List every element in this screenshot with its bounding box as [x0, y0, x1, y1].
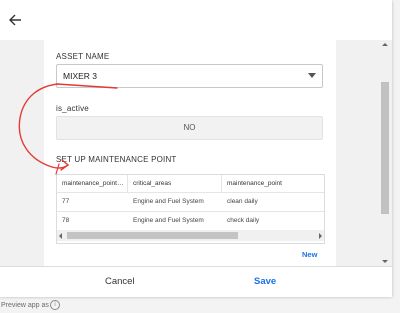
table-cell: 77	[62, 198, 70, 205]
table-cell: clean daily	[227, 198, 258, 205]
asset-name-select[interactable]: MIXER 3	[56, 64, 323, 88]
top-bar	[0, 0, 392, 41]
cancel-button[interactable]: Cancel	[105, 276, 135, 287]
scroll-down-icon[interactable]	[382, 260, 388, 263]
table-cell: check daily	[227, 217, 260, 224]
table-cell: 78	[62, 217, 70, 224]
table-row[interactable]: 78 Engine and Fuel System check daily	[57, 212, 324, 231]
form-panel: ASSET NAME MIXER 3 is_active NO SET UP M…	[44, 40, 336, 266]
table-cell: Engine and Fuel System	[133, 217, 204, 224]
edit-form-dialog: ASSET NAME MIXER 3 is_active NO SET UP M…	[0, 0, 392, 297]
info-icon[interactable]: i	[50, 300, 60, 310]
scroll-up-icon[interactable]	[382, 43, 388, 46]
scroll-left-icon[interactable]	[59, 233, 62, 239]
scrollbar-thumb[interactable]	[67, 232, 238, 239]
maintenance-table: maintenance_point_i... critical_areas ma…	[56, 174, 325, 244]
save-button[interactable]: Save	[254, 276, 276, 287]
asset-name-label: ASSET NAME	[56, 52, 110, 61]
is-active-label: is_active	[56, 104, 89, 113]
is-active-value: NO	[183, 123, 196, 132]
asset-name-value: MIXER 3	[63, 71, 98, 81]
column-header[interactable]: maintenance_point	[222, 175, 324, 192]
back-button[interactable]	[4, 9, 26, 31]
table-header: maintenance_point_i... critical_areas ma…	[57, 175, 324, 193]
column-header[interactable]: critical_areas	[128, 175, 222, 192]
scrollbar-thumb[interactable]	[381, 82, 389, 214]
column-header[interactable]: maintenance_point_i...	[57, 175, 128, 192]
form-scroll-area: ASSET NAME MIXER 3 is_active NO SET UP M…	[0, 40, 378, 266]
is-active-toggle[interactable]: NO	[56, 116, 323, 140]
vertical-scrollbar[interactable]	[378, 40, 392, 266]
table-cell: Engine and Fuel System	[133, 198, 204, 205]
chevron-down-icon	[308, 73, 316, 78]
scroll-right-icon[interactable]	[319, 233, 322, 239]
maintenance-section-label: SET UP MAINTENANCE POINT	[56, 155, 177, 164]
arrow-left-icon	[9, 14, 21, 26]
table-row[interactable]: 77 Engine and Fuel System clean daily	[57, 193, 324, 212]
dialog-footer: Cancel Save	[0, 266, 392, 297]
horizontal-scrollbar[interactable]	[57, 230, 324, 241]
new-row-button[interactable]: New	[302, 250, 317, 259]
preview-app-label: Preview app as	[1, 302, 49, 309]
